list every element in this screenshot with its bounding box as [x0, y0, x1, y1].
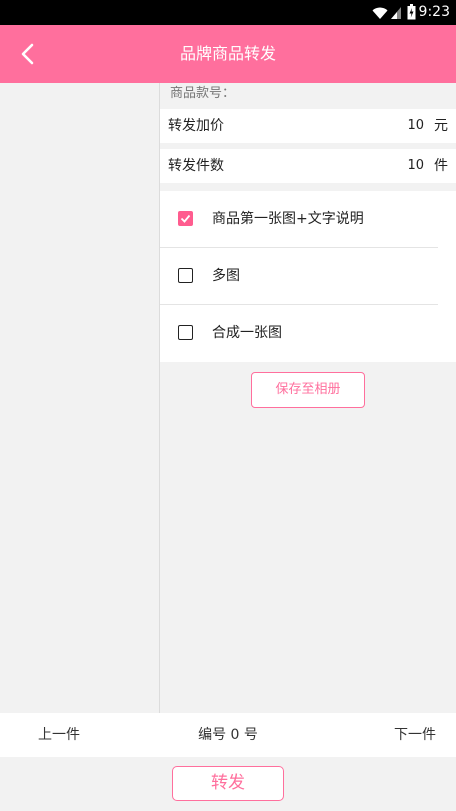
- battery-icon: [407, 4, 416, 24]
- markup-price-label: 转发加价: [168, 118, 224, 134]
- signal-icon: [390, 5, 402, 24]
- item-index-label: 编号 0 号: [198, 727, 258, 743]
- option-label: 多图: [212, 268, 240, 284]
- forward-settings-panel: 商品款号： 转发加价 10 元 转发件数 10 件 商品第一张图+文字说明 多图…: [160, 83, 456, 713]
- option-label: 商品第一张图+文字说明: [212, 211, 364, 227]
- checkbox-checked-icon[interactable]: [178, 211, 193, 226]
- page-title: 品牌商品转发: [179, 44, 276, 63]
- status-bar: 9:23: [0, 0, 456, 25]
- option-combine-one-image[interactable]: 合成一张图: [160, 305, 456, 362]
- forward-count-label: 转发件数: [168, 158, 224, 174]
- forward-count-unit: 件: [434, 158, 448, 174]
- forward-options-list: 商品第一张图+文字说明 多图 合成一张图: [160, 191, 456, 362]
- item-navigation-bar: 上一件 编号 0 号 下一件: [0, 713, 456, 757]
- next-item-button[interactable]: 下一件: [394, 713, 436, 757]
- checkbox-icon[interactable]: [178, 268, 193, 283]
- save-to-album-button[interactable]: 保存至相册: [251, 372, 365, 408]
- left-panel: [0, 83, 160, 713]
- forward-count-row: 转发件数 10 件: [160, 149, 456, 183]
- markup-price-row: 转发加价 10 元: [160, 109, 456, 143]
- forward-count-input[interactable]: 10: [407, 149, 424, 183]
- option-multiple-images[interactable]: 多图: [160, 248, 456, 305]
- option-first-image-with-text[interactable]: 商品第一张图+文字说明: [160, 191, 456, 248]
- markup-price-unit: 元: [434, 118, 448, 134]
- option-label: 合成一张图: [212, 325, 282, 341]
- status-time: 9:23: [418, 4, 450, 20]
- checkbox-icon[interactable]: [178, 325, 193, 340]
- footer: 转发: [0, 757, 456, 811]
- wifi-icon: [372, 5, 388, 24]
- forward-button[interactable]: 转发: [172, 766, 284, 801]
- app-bar: 品牌商品转发: [0, 25, 456, 83]
- product-number-label: 商品款号：: [170, 86, 236, 101]
- markup-price-input[interactable]: 10: [407, 109, 424, 143]
